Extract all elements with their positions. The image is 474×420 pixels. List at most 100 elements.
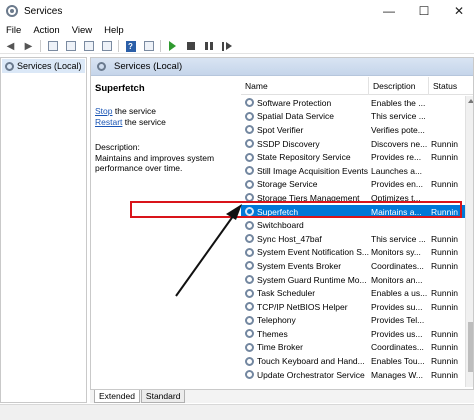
start-icon[interactable] bbox=[166, 40, 179, 53]
services-app-icon bbox=[6, 5, 18, 17]
toolbar-separator bbox=[40, 40, 41, 52]
table-row[interactable]: Update Orchestrator Service Manages W... R… bbox=[241, 368, 473, 382]
service-description-cell: Monitors an... bbox=[371, 274, 423, 285]
table-row[interactable]: Telephony Provides Tel... bbox=[241, 314, 473, 328]
service-gear-icon bbox=[245, 234, 254, 244]
table-row[interactable]: TCP/IP NetBIOS Helper Provides su... Runni… bbox=[241, 300, 473, 314]
table-row[interactable]: Storage Service Provides en... Runnin bbox=[241, 178, 473, 192]
tab-standard[interactable]: Standard bbox=[140, 390, 186, 403]
column-header-name[interactable]: Name bbox=[241, 77, 369, 95]
menu-file[interactable]: File bbox=[6, 25, 21, 36]
restart-service-link[interactable]: Restart bbox=[95, 117, 122, 127]
service-description-cell: Coordinates... bbox=[371, 342, 424, 353]
table-row[interactable]: Software Protection Enables the ... bbox=[241, 96, 473, 110]
maximize-button[interactable]: ☐ bbox=[409, 0, 439, 22]
menu-action[interactable]: Action bbox=[33, 25, 59, 36]
service-name: TCP/IP NetBIOS Helper bbox=[257, 301, 348, 312]
restart-suffix: the service bbox=[122, 117, 166, 127]
vertical-scrollbar[interactable] bbox=[465, 96, 473, 387]
service-name: System Events Broker bbox=[257, 260, 342, 271]
table-row[interactable]: Touch Keyboard and Hand... Enables Tou...… bbox=[241, 354, 473, 368]
service-description-cell: Launches a... bbox=[371, 165, 423, 176]
service-name-cell: System Events Broker bbox=[241, 261, 369, 271]
forward-icon[interactable]: ▶ bbox=[22, 40, 35, 53]
service-description-cell: Monitors sy... bbox=[371, 247, 421, 258]
tab-extended[interactable]: Extended bbox=[94, 390, 140, 403]
toolbar: ◀ ▶ ? bbox=[0, 39, 474, 54]
stop-service-link[interactable]: Stop bbox=[95, 106, 113, 116]
service-name: Themes bbox=[257, 328, 288, 339]
tree-item-label: Services (Local) bbox=[17, 61, 82, 71]
column-header-status[interactable]: Status bbox=[429, 77, 473, 95]
properties-icon[interactable] bbox=[64, 40, 77, 53]
service-description-cell: Enables a us... bbox=[371, 288, 428, 299]
service-gear-icon bbox=[245, 220, 254, 230]
restart-icon[interactable] bbox=[220, 40, 233, 53]
table-row[interactable]: Themes Provides us... Runnin bbox=[241, 327, 473, 341]
refresh-icon[interactable] bbox=[82, 40, 95, 53]
table-row[interactable]: SSDP Discovery Discovers ne... Runnin bbox=[241, 137, 473, 151]
service-name: Spot Verifier bbox=[257, 124, 304, 135]
scroll-up-arrow-icon[interactable] bbox=[468, 99, 473, 103]
scrollbar-thumb[interactable] bbox=[468, 322, 473, 372]
service-gear-icon bbox=[245, 370, 254, 380]
table-row[interactable]: System Events Broker Coordinates... Runnin bbox=[241, 259, 473, 273]
table-row[interactable]: Sync Host_47baf This service ... Runnin bbox=[241, 232, 473, 246]
service-name-cell: Spatial Data Service bbox=[241, 111, 369, 121]
help-icon[interactable]: ? bbox=[124, 40, 137, 53]
service-description-cell: This service ... bbox=[371, 233, 426, 244]
tree-item-services-local[interactable]: Services (Local) bbox=[2, 59, 85, 73]
console-tree-icon[interactable] bbox=[46, 40, 59, 53]
service-name: Update Orchestrator Service bbox=[257, 369, 365, 380]
window-title: Services bbox=[24, 5, 63, 17]
service-gear-icon bbox=[245, 315, 254, 325]
table-row[interactable]: System Guard Runtime Mo... Monitors an... bbox=[241, 273, 473, 287]
table-row[interactable]: Storage Tiers Management Optimizes t... bbox=[241, 191, 473, 205]
table-row[interactable]: Still Image Acquisition Events Launches a… bbox=[241, 164, 473, 178]
table-row[interactable]: Task Scheduler Enables a us... Runnin bbox=[241, 286, 473, 300]
minimize-button[interactable]: — bbox=[374, 0, 404, 22]
back-icon[interactable]: ◀ bbox=[4, 40, 17, 53]
column-header-description[interactable]: Description bbox=[369, 77, 429, 95]
table-row[interactable]: System Event Notification S... Monitors s… bbox=[241, 246, 473, 260]
table-row[interactable]: Time Broker Coordinates... Runnin bbox=[241, 341, 473, 355]
service-name: Spatial Data Service bbox=[257, 111, 335, 122]
gear-icon bbox=[97, 62, 106, 71]
service-name: Telephony bbox=[257, 315, 296, 326]
service-description-cell: Coordinates... bbox=[371, 260, 424, 271]
service-description-cell: Verifies pote... bbox=[371, 124, 425, 135]
services-pane: Services (Local) Superfetch Stop the ser… bbox=[90, 57, 474, 403]
console-icon[interactable] bbox=[142, 40, 155, 53]
service-description-cell: Discovers ne... bbox=[371, 138, 428, 149]
service-description-cell: This service ... bbox=[371, 111, 426, 122]
table-row[interactable]: Switchboard bbox=[241, 218, 473, 232]
table-header: Name Description Status bbox=[241, 77, 473, 95]
table-row[interactable]: Spatial Data Service This service ... bbox=[241, 110, 473, 124]
service-gear-icon bbox=[245, 247, 254, 257]
stop-icon[interactable] bbox=[184, 40, 197, 53]
close-button[interactable]: ✕ bbox=[444, 0, 474, 22]
services-table: Name Description Status Software Protect… bbox=[241, 77, 473, 387]
pause-icon[interactable] bbox=[202, 40, 215, 53]
menu-view[interactable]: View bbox=[72, 25, 92, 36]
service-description-cell: Provides Tel... bbox=[371, 315, 425, 326]
service-gear-icon bbox=[245, 342, 254, 352]
service-name-cell: Superfetch bbox=[241, 207, 369, 217]
service-name: Storage Tiers Management bbox=[257, 192, 360, 203]
menu-help[interactable]: Help bbox=[104, 25, 124, 36]
export-icon[interactable] bbox=[100, 40, 113, 53]
service-description-cell: Enables the ... bbox=[371, 97, 426, 108]
service-name-cell: SSDP Discovery bbox=[241, 139, 369, 149]
table-row[interactable]: State Repository Service Provides re... Ru… bbox=[241, 150, 473, 164]
service-description-cell: Optimizes t... bbox=[371, 192, 421, 203]
service-name: State Repository Service bbox=[257, 152, 351, 163]
service-name-cell: System Guard Runtime Mo... bbox=[241, 275, 369, 285]
service-name: System Guard Runtime Mo... bbox=[257, 274, 367, 285]
service-gear-icon bbox=[245, 356, 254, 366]
service-name-cell: Software Protection bbox=[241, 98, 369, 108]
service-gear-icon bbox=[245, 179, 254, 189]
table-row[interactable]: Spot Verifier Verifies pote... bbox=[241, 123, 473, 137]
table-body: Software Protection Enables the ... Spatia… bbox=[241, 96, 473, 382]
table-row[interactable]: Superfetch Maintains a... Runnin bbox=[241, 204, 473, 219]
service-name-cell: State Repository Service bbox=[241, 152, 369, 162]
